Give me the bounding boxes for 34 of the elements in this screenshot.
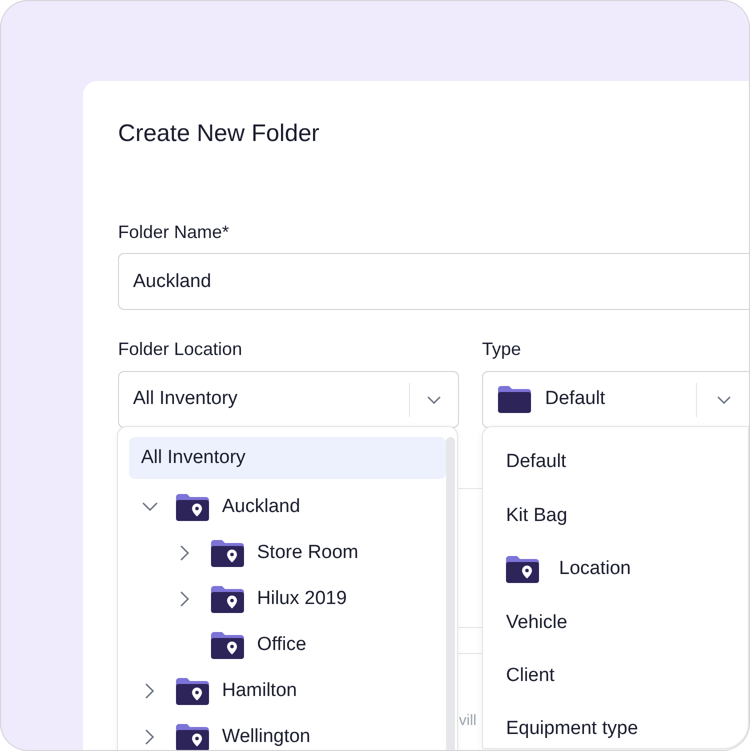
- tree-item[interactable]: Store Room: [129, 530, 446, 576]
- tree-item[interactable]: Hamilton: [129, 668, 446, 714]
- type-option[interactable]: Default: [506, 436, 566, 490]
- tree-item[interactable]: All Inventory: [129, 437, 446, 479]
- location-folder-icon: [176, 678, 209, 704]
- hint-text: vill: [459, 711, 476, 731]
- type-option[interactable]: Vehicle: [506, 596, 568, 650]
- location-folder-icon: [176, 494, 209, 520]
- type-option[interactable]: Kit Bag: [506, 489, 568, 543]
- folder-icon: [498, 386, 531, 413]
- chevron-right-icon[interactable]: [145, 683, 155, 699]
- folder-name-field[interactable]: Auckland: [118, 253, 749, 310]
- type-option[interactable]: Equipment type: [506, 702, 638, 750]
- location-folder-icon: [211, 632, 244, 658]
- scrollbar[interactable]: [446, 437, 455, 750]
- chevron-down-icon: [427, 396, 441, 404]
- chevron-right-icon[interactable]: [180, 591, 190, 607]
- chevron-right-icon[interactable]: [145, 729, 155, 745]
- tree-item[interactable]: Auckland: [129, 484, 446, 530]
- field-label: Type: [482, 338, 522, 360]
- type-option[interactable]: Client: [506, 650, 555, 703]
- location-folder-icon: [506, 556, 539, 583]
- chevron-down-icon: [717, 396, 731, 404]
- dialog-title: Create New Folder: [118, 119, 320, 149]
- tree-item[interactable]: Wellington: [129, 714, 446, 750]
- field-label: Folder Location: [118, 338, 242, 360]
- chevron-right-icon[interactable]: [180, 545, 190, 561]
- tree-item[interactable]: Office: [129, 622, 446, 668]
- tree-item[interactable]: Hilux 2019: [129, 576, 446, 622]
- field-label: Folder Name*: [118, 221, 230, 243]
- location-folder-icon: [211, 586, 244, 612]
- location-folder-icon: [211, 540, 244, 566]
- chevron-down-icon[interactable]: [142, 502, 158, 512]
- type-option[interactable]: Location: [506, 542, 631, 596]
